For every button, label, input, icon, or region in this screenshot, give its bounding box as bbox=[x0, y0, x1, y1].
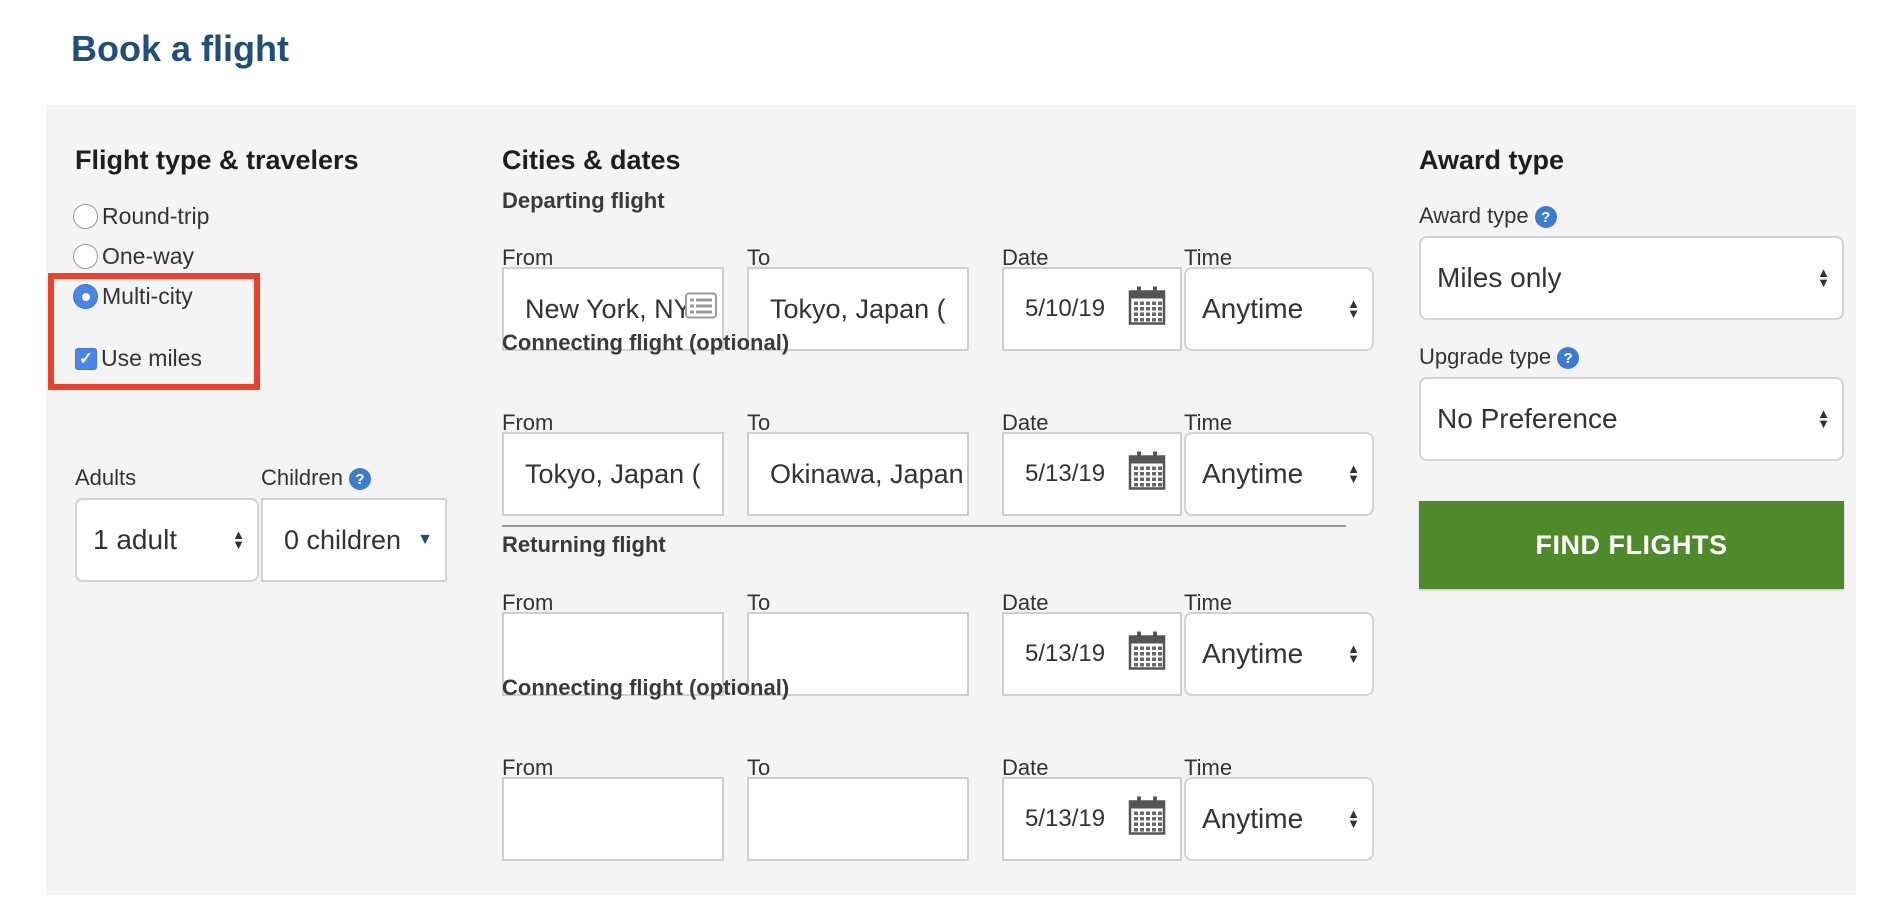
time-value: Anytime bbox=[1202, 293, 1304, 324]
adults-select[interactable]: 1 adult ▲ ▼ bbox=[75, 498, 259, 582]
calendar-icon[interactable] bbox=[1128, 286, 1166, 333]
children-select[interactable]: 0 children ▼ bbox=[261, 498, 447, 582]
time-select[interactable]: Anytime ▲ ▼ bbox=[1184, 432, 1374, 516]
calendar-icon[interactable] bbox=[1128, 796, 1166, 843]
use-miles-checkbox[interactable]: ✓ Use miles bbox=[75, 345, 202, 372]
date-value: 5/13/19 bbox=[1025, 640, 1106, 667]
to-input[interactable] bbox=[749, 434, 967, 514]
radio-label: Multi-city bbox=[102, 283, 193, 309]
adults-value: 1 adult bbox=[93, 524, 178, 555]
section-divider bbox=[502, 525, 1346, 527]
find-flights-button[interactable]: FIND FLIGHTS bbox=[1419, 501, 1844, 589]
caret-down-icon: ▼ bbox=[417, 531, 433, 548]
radio-round-trip[interactable]: Round-trip bbox=[73, 203, 209, 230]
date-field[interactable]: 5/13/19 bbox=[1002, 612, 1182, 696]
select-arrows-icon: ▲ ▼ bbox=[1347, 296, 1360, 321]
time-select[interactable]: Anytime ▲ ▼ bbox=[1184, 267, 1374, 351]
select-arrows-icon: ▲ ▼ bbox=[1347, 461, 1360, 486]
radio-label: Round-trip bbox=[102, 203, 210, 229]
time-value: Anytime bbox=[1202, 803, 1304, 834]
select-arrows-icon: ▲ ▼ bbox=[1817, 406, 1830, 431]
children-label: Children? bbox=[261, 465, 371, 491]
time-value: Anytime bbox=[1202, 458, 1304, 489]
award-title: Award type bbox=[1419, 145, 1565, 175]
date-value: 5/13/19 bbox=[1025, 805, 1106, 832]
help-icon[interactable]: ? bbox=[348, 468, 371, 491]
upgrade-type-select[interactable]: No Preference ▲ ▼ bbox=[1419, 377, 1844, 461]
date-field[interactable]: 5/13/19 bbox=[1002, 777, 1182, 861]
radio-multi-city[interactable]: Multi-city bbox=[73, 283, 193, 310]
checkmark-icon[interactable]: ✓ bbox=[75, 347, 97, 370]
from-field[interactable] bbox=[502, 432, 724, 516]
to-field[interactable] bbox=[747, 432, 969, 516]
checkbox-label: Use miles bbox=[101, 345, 202, 371]
date-field[interactable]: 5/13/19 bbox=[1002, 432, 1182, 516]
award-type-label: Award type? bbox=[1419, 203, 1557, 229]
calendar-icon[interactable] bbox=[1128, 451, 1166, 498]
date-value: 5/13/19 bbox=[1025, 460, 1106, 487]
radio-circle[interactable] bbox=[73, 244, 98, 269]
list-icon[interactable] bbox=[685, 292, 717, 326]
time-value: Anytime bbox=[1202, 638, 1304, 669]
award-type-select[interactable]: Miles only ▲ ▼ bbox=[1419, 236, 1844, 320]
segment-heading: Departing flight bbox=[502, 188, 665, 213]
help-icon[interactable]: ? bbox=[1534, 206, 1557, 229]
select-arrows-icon: ▲ ▼ bbox=[1347, 641, 1360, 666]
page-title: Book a flight bbox=[71, 28, 289, 69]
segment-heading: Connecting flight (optional) bbox=[502, 675, 790, 700]
from-field[interactable] bbox=[502, 777, 724, 861]
select-arrows-icon: ▲ ▼ bbox=[1817, 265, 1830, 290]
cities-title: Cities & dates bbox=[502, 145, 681, 175]
radio-circle[interactable] bbox=[73, 204, 98, 229]
radio-one-way[interactable]: One-way bbox=[73, 243, 194, 270]
date-value: 5/10/19 bbox=[1025, 295, 1106, 322]
radio-label: One-way bbox=[102, 243, 195, 269]
date-field[interactable]: 5/10/19 bbox=[1002, 267, 1182, 351]
flight-type-title: Flight type & travelers bbox=[75, 145, 359, 175]
adults-label: Adults bbox=[75, 465, 137, 490]
children-value: 0 children bbox=[284, 524, 402, 555]
segment-heading: Connecting flight (optional) bbox=[502, 330, 790, 355]
time-select[interactable]: Anytime ▲ ▼ bbox=[1184, 777, 1374, 861]
select-arrows-icon: ▲ ▼ bbox=[1347, 806, 1360, 831]
segment-heading: Returning flight bbox=[502, 532, 666, 557]
radio-circle-selected[interactable] bbox=[73, 284, 98, 309]
from-input[interactable] bbox=[504, 779, 722, 859]
select-arrows-icon: ▲ ▼ bbox=[232, 527, 245, 552]
to-input[interactable] bbox=[749, 779, 967, 859]
help-icon[interactable]: ? bbox=[1557, 347, 1580, 370]
to-field[interactable] bbox=[747, 777, 969, 861]
from-input[interactable] bbox=[504, 434, 722, 514]
calendar-icon[interactable] bbox=[1128, 631, 1166, 678]
upgrade-type-label: Upgrade type? bbox=[1419, 344, 1580, 370]
award-type-value: Miles only bbox=[1437, 262, 1562, 293]
time-select[interactable]: Anytime ▲ ▼ bbox=[1184, 612, 1374, 696]
upgrade-type-value: No Preference bbox=[1437, 403, 1618, 434]
